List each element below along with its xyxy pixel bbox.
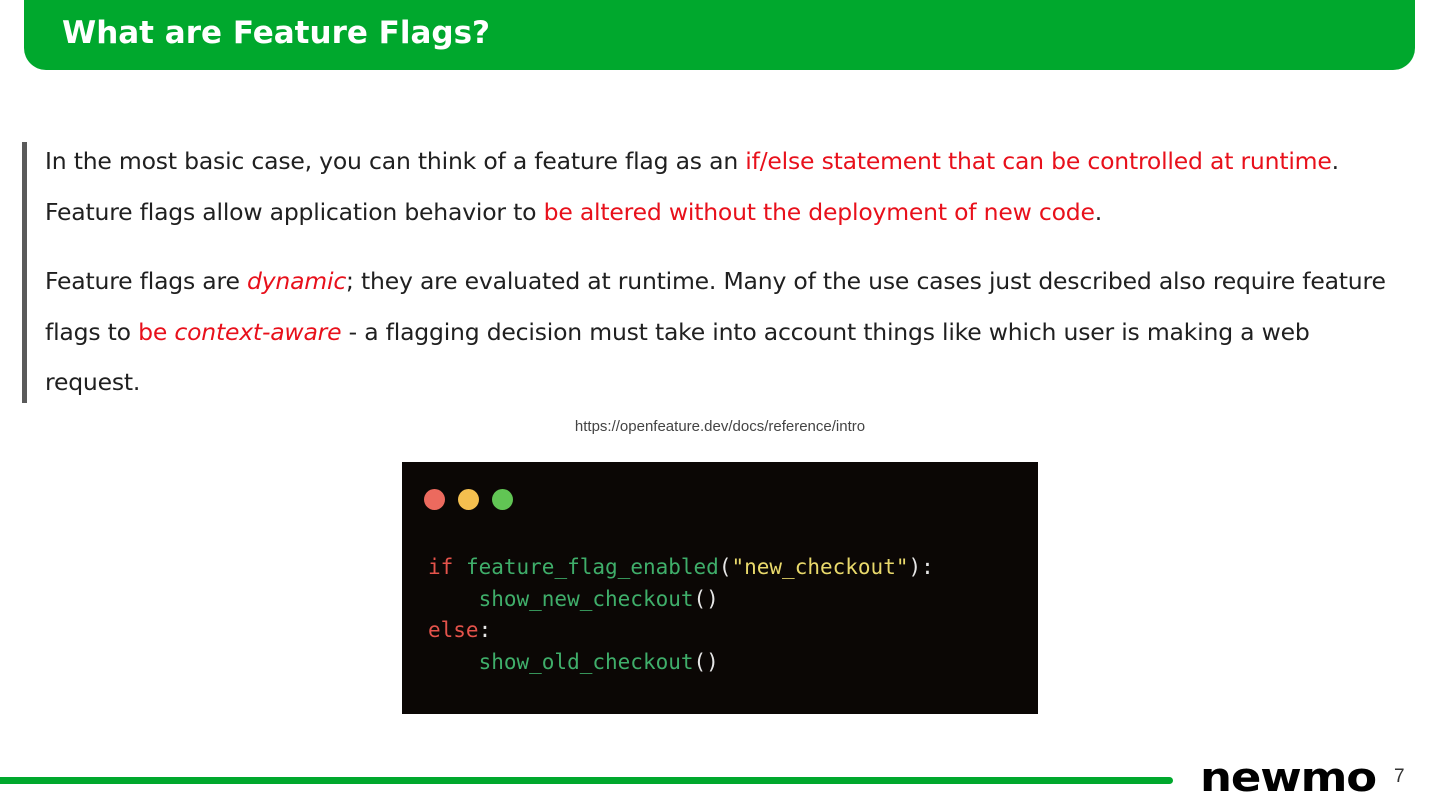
logo-text: newmo [1200, 758, 1376, 798]
source-link[interactable]: https://openfeature.dev/docs/reference/i… [0, 418, 1440, 435]
code-function: show_old_checkout [478, 649, 694, 674]
code-window: if feature_flag_enabled("new_checkout"):… [402, 462, 1038, 714]
newmo-logo: newmo [1200, 758, 1377, 798]
text-segment: . [1094, 197, 1103, 226]
text-segment: In the most basic case, you can think of… [45, 147, 746, 175]
code-punctuation: : [478, 618, 492, 642]
code-punctuation: () [693, 586, 719, 611]
highlight-italic-segment: dynamic [246, 267, 347, 295]
code-keyword: if [428, 555, 454, 579]
footer-accent-line [0, 777, 1173, 784]
paragraph-dynamic: Feature flags are dynamic; they are eval… [45, 256, 1390, 408]
code-punctuation: () [693, 649, 719, 674]
highlight-segment: if/else statement that can be controlled… [745, 147, 1332, 175]
header-bar: What are Feature Flags? [24, 0, 1415, 70]
page-number: 7 [1394, 766, 1405, 787]
code-punctuation: ( [718, 555, 732, 579]
paragraph-intro: In the most basic case, you can think of… [45, 136, 1390, 237]
slide: What are Feature Flags? In the most basi… [0, 0, 1440, 810]
window-maximize-dot-icon [492, 489, 513, 510]
code-keyword: else [428, 618, 479, 642]
code-function: feature_flag_enabled [465, 555, 719, 579]
highlight-segment: be altered without the deployment of new… [543, 197, 1095, 226]
window-close-dot-icon [424, 489, 445, 510]
window-minimize-dot-icon [458, 489, 479, 510]
code-function: show_new_checkout [478, 586, 694, 611]
page-title: What are Feature Flags? [62, 15, 491, 51]
code-punctuation: ): [908, 555, 934, 579]
highlight-segment: be [138, 317, 175, 346]
highlight-italic-segment: context-aware [174, 317, 342, 346]
text-segment: Feature flags are [45, 267, 247, 295]
code-snippet: if feature_flag_enabled("new_checkout"):… [428, 552, 934, 678]
quote-block: In the most basic case, you can think of… [22, 142, 1392, 403]
code-string: "new_checkout" [731, 555, 909, 579]
